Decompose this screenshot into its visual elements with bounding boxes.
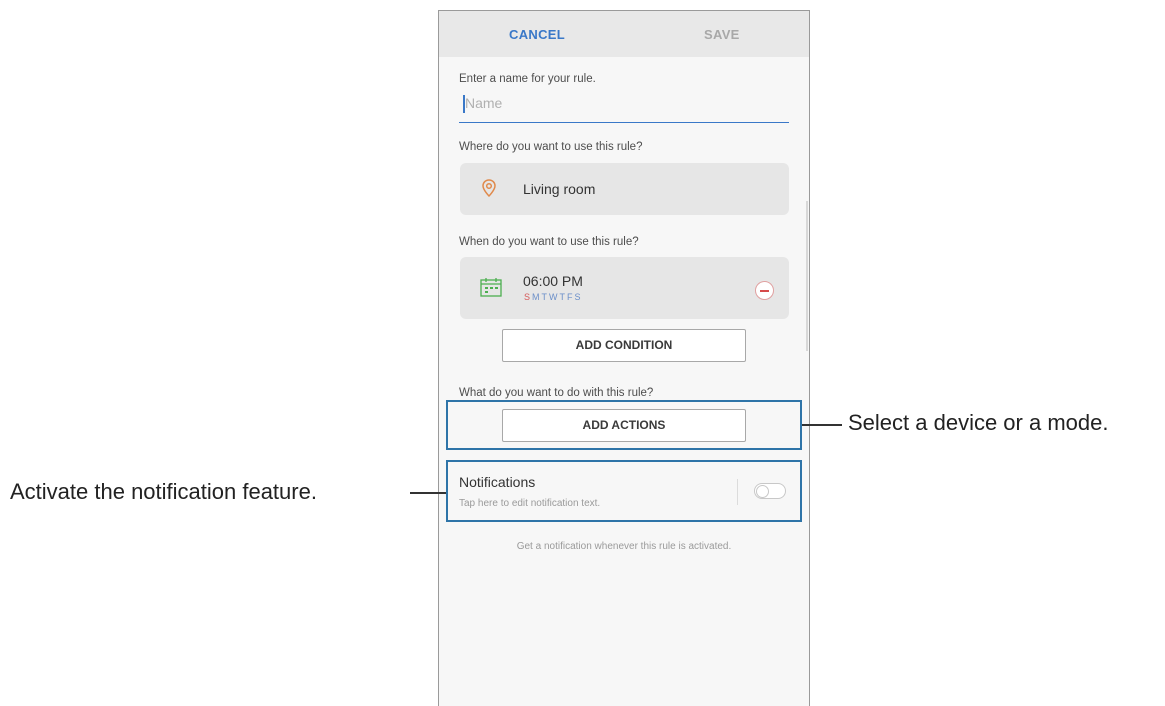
day-friday: F <box>567 292 575 302</box>
notifications-highlight-box <box>446 460 802 522</box>
notifications-hint: Get a notification whenever this rule is… <box>516 541 732 552</box>
save-button[interactable]: SAVE <box>704 27 740 42</box>
actions-highlight-box <box>446 400 802 450</box>
action-bar: CANCEL SAVE <box>439 11 809 57</box>
day-sunday: S <box>524 292 533 302</box>
callout-actions: Select a device or a mode. <box>848 410 1109 435</box>
name-prompt: Enter a name for your rule. <box>459 73 596 85</box>
callout-leader-notifications <box>410 492 446 494</box>
where-prompt: Where do you want to use this rule? <box>459 141 643 153</box>
rule-name-input[interactable]: Name <box>459 95 789 123</box>
minus-circle-icon[interactable] <box>755 281 774 300</box>
weekday-row: SMTWTFS <box>524 292 583 302</box>
callout-notifications: Activate the notification feature. <box>10 479 317 504</box>
day-thursday: T <box>559 292 568 302</box>
actions-prompt: What do you want to do with this rule? <box>459 387 654 399</box>
location-card[interactable]: Living room <box>460 163 789 215</box>
when-prompt: When do you want to use this rule? <box>459 236 639 248</box>
day-wednesday: W <box>549 292 560 302</box>
calendar-icon <box>480 277 502 302</box>
day-tuesday: T <box>541 292 550 302</box>
add-condition-button[interactable]: ADD CONDITION <box>502 329 746 362</box>
condition-time: 06:00 PM <box>523 273 583 289</box>
time-condition-card[interactable]: 06:00 PM SMTWTFS <box>460 257 789 319</box>
day-saturday: S <box>574 292 583 302</box>
cancel-button[interactable]: CANCEL <box>509 27 565 42</box>
scrollbar[interactable] <box>806 201 808 351</box>
name-placeholder: Name <box>465 95 503 111</box>
location-name: Living room <box>523 181 596 197</box>
day-monday: M <box>532 292 542 302</box>
location-pin-icon <box>482 179 496 202</box>
callout-leader-actions <box>802 424 842 426</box>
phone-screen: CANCEL SAVE Enter a name for your rule. … <box>438 10 810 706</box>
